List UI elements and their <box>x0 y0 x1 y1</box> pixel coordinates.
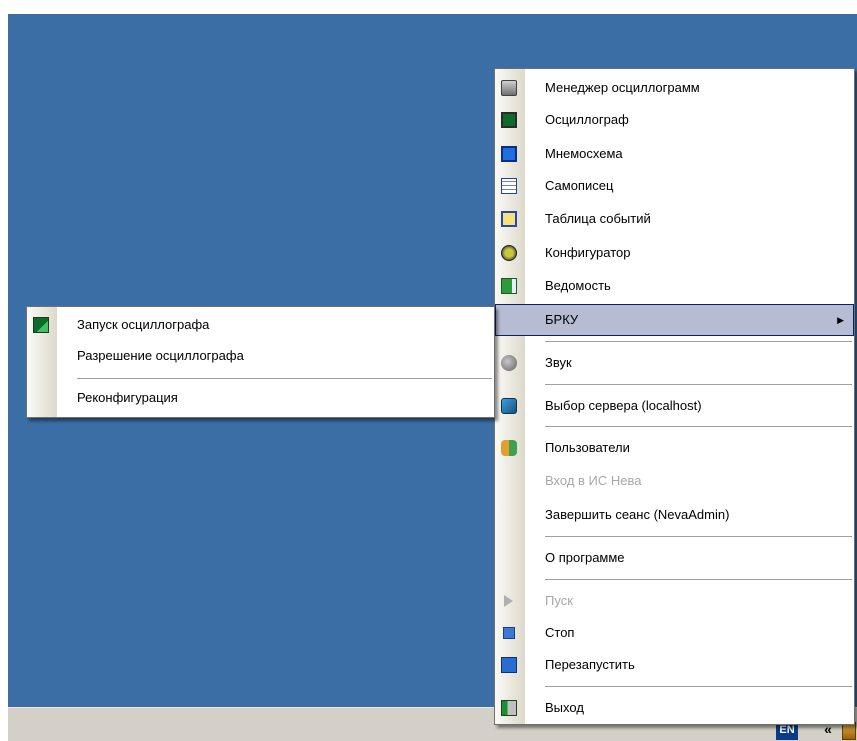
menu-item-label: Таблица событий <box>545 211 651 226</box>
menu-item-login-neva[interactable]: Вход в ИС Нева <box>495 465 854 497</box>
menu-item-label: О программе <box>545 550 625 565</box>
submenu-item-launch-oscilloscope[interactable]: Запуск осциллографа <box>27 309 494 341</box>
menu-separator <box>545 536 852 537</box>
menu-item-label: Завершить сеанс (NevaAdmin) <box>545 507 730 522</box>
sound-icon <box>501 355 517 371</box>
menu-item-exit[interactable]: Выход <box>495 692 854 724</box>
menu-item-brku[interactable]: БРКУ ▶ <box>495 304 854 336</box>
restart-icon <box>501 657 517 673</box>
menu-item-label: Выбор сервера (localhost) <box>545 398 702 413</box>
menu-item-chart-recorder[interactable]: Самописец <box>495 170 854 202</box>
report-icon <box>501 278 517 294</box>
menu-item-report[interactable]: Ведомость <box>495 270 854 302</box>
menu-item-label: БРКУ <box>545 312 579 327</box>
users-icon <box>501 440 517 456</box>
menu-item-users[interactable]: Пользователи <box>495 432 854 464</box>
menu-separator <box>545 341 852 342</box>
menu-separator <box>545 579 852 580</box>
chart-recorder-icon <box>501 178 517 194</box>
launch-oscilloscope-icon <box>33 317 49 333</box>
menu-item-mimic-diagram[interactable]: Мнемосхема <box>495 138 854 170</box>
menu-separator <box>545 384 852 385</box>
menu-item-label: Конфигуратор <box>545 245 631 260</box>
menu-item-label: Перезапустить <box>545 657 635 672</box>
menu-item-oscilloscope[interactable]: Осциллограф <box>495 104 854 136</box>
menu-item-label: Пуск <box>545 593 573 608</box>
main-context-menu: Менеджер осциллограмм Осциллограф Мнемос… <box>494 68 855 725</box>
brku-submenu: Запуск осциллографа Разрешение осциллогр… <box>26 306 495 418</box>
exit-icon <box>501 700 517 716</box>
menu-item-restart[interactable]: Перезапустить <box>495 649 854 681</box>
submenu-item-oscilloscope-permission[interactable]: Разрешение осциллографа <box>27 340 494 372</box>
menu-item-label: Стоп <box>545 625 575 640</box>
oscilloscope-icon <box>501 112 517 128</box>
menu-item-about[interactable]: О программе <box>495 542 854 574</box>
server-select-icon <box>501 398 517 414</box>
mimic-diagram-icon <box>501 146 517 162</box>
menu-item-label: Мнемосхема <box>545 146 623 161</box>
menu-item-label: Вход в ИС Нева <box>545 473 642 488</box>
event-table-icon <box>501 211 517 227</box>
menu-item-label: Звук <box>545 355 572 370</box>
menu-item-label: Запуск осциллографа <box>77 317 210 332</box>
stop-icon <box>503 627 515 639</box>
menu-separator <box>545 426 852 427</box>
submenu-item-reconfiguration[interactable]: Реконфигурация <box>27 382 494 414</box>
menu-item-label: Ведомость <box>545 278 611 293</box>
oscillogram-manager-icon <box>501 80 517 96</box>
menu-item-stop[interactable]: Стоп <box>495 617 854 649</box>
configurator-icon <box>501 245 517 261</box>
menu-item-logout[interactable]: Завершить сеанс (NevaAdmin) <box>495 499 854 531</box>
menu-item-label: Менеджер осциллограмм <box>545 80 700 95</box>
play-icon <box>504 595 513 607</box>
menu-separator <box>545 686 852 687</box>
menu-item-label: Самописец <box>545 178 614 193</box>
menu-item-label: Реконфигурация <box>77 390 178 405</box>
submenu-arrow-icon: ▶ <box>837 315 844 325</box>
menu-item-sound[interactable]: Звук <box>495 347 854 379</box>
menu-item-label: Осциллограф <box>545 112 629 127</box>
menu-separator <box>77 378 492 379</box>
menu-item-start[interactable]: Пуск <box>495 585 854 617</box>
menu-item-oscillogram-manager[interactable]: Менеджер осциллограмм <box>495 72 854 104</box>
menu-item-event-table[interactable]: Таблица событий <box>495 203 854 235</box>
menu-item-label: Разрешение осциллографа <box>77 348 244 363</box>
menu-item-server-select[interactable]: Выбор сервера (localhost) <box>495 390 854 422</box>
menu-item-label: Выход <box>545 700 584 715</box>
menu-item-configurator[interactable]: Конфигуратор <box>495 237 854 269</box>
menu-item-label: Пользователи <box>545 440 630 455</box>
